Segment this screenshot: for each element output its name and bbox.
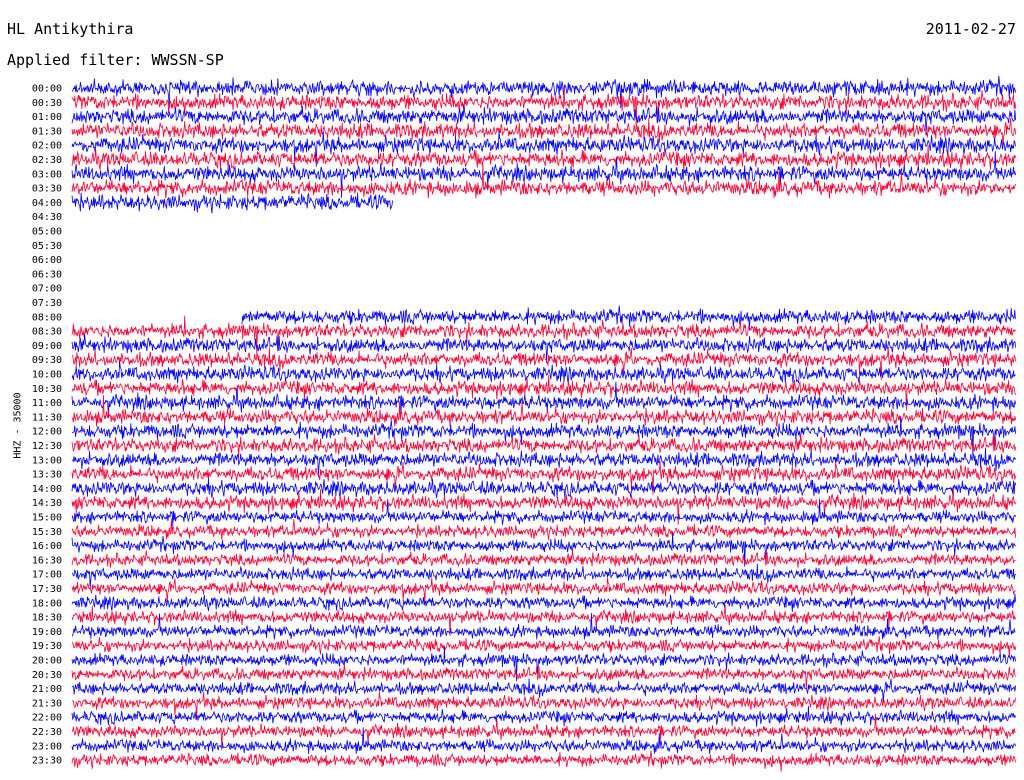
- row-time-label: 13:30: [32, 470, 62, 481]
- row-time-label: 20:00: [32, 656, 62, 667]
- trace-row: [71, 678, 1016, 703]
- row-time-label: 17:30: [32, 584, 62, 595]
- trace-row: [71, 192, 393, 214]
- trace-row: [71, 333, 1016, 363]
- row-time-label: 10:00: [32, 370, 62, 381]
- trace-row: [71, 691, 1016, 720]
- time-tick-labels: 00:00 00:30 01:00 01:30 02:00 02:30 03:00 03:30…: [32, 84, 62, 767]
- row-time-label: 16:30: [32, 555, 62, 566]
- trace-row: [71, 433, 1016, 458]
- row-time-label: 23:00: [32, 741, 62, 752]
- row-time-label: 11:30: [32, 412, 62, 423]
- row-time-label: 01:00: [32, 112, 62, 123]
- row-time-label: 06:00: [32, 255, 62, 266]
- row-time-label: 08:30: [32, 327, 62, 338]
- row-time-label: 19:30: [32, 641, 62, 652]
- trace-row: [71, 636, 1016, 658]
- row-time-label: 15:30: [32, 527, 62, 538]
- row-time-label: 03:30: [32, 184, 62, 195]
- row-time-label: 22:30: [32, 727, 62, 738]
- trace-row: [71, 549, 1016, 568]
- trace-row: [71, 315, 1016, 357]
- row-time-label: 01:30: [32, 126, 62, 137]
- row-time-label: 08:00: [32, 312, 62, 323]
- row-time-label: 05:30: [32, 241, 62, 252]
- row-time-label: 09:30: [32, 355, 62, 366]
- row-time-label: 14:00: [32, 484, 62, 495]
- row-time-label: 06:30: [32, 269, 62, 280]
- row-time-label: 23:30: [32, 756, 62, 767]
- row-time-label: 16:00: [32, 541, 62, 552]
- row-time-label: 10:30: [32, 384, 62, 395]
- row-time-label: 05:00: [32, 227, 62, 238]
- row-time-label: 04:00: [32, 198, 62, 209]
- row-time-label: 18:30: [32, 613, 62, 624]
- row-time-label: 20:30: [32, 670, 62, 681]
- row-time-label: 12:00: [32, 427, 62, 438]
- row-time-label: 17:00: [32, 570, 62, 581]
- row-time-label: 07:30: [32, 298, 62, 309]
- trace-row: [71, 478, 1016, 499]
- row-time-label: 12:30: [32, 441, 62, 452]
- trace-row: [71, 415, 1016, 457]
- trace-row: [71, 664, 1016, 690]
- row-time-label: 18:00: [32, 598, 62, 609]
- row-time-label: 11:00: [32, 398, 62, 409]
- row-time-label: 21:30: [32, 698, 62, 709]
- trace-row: [71, 705, 1016, 727]
- trace-row: [71, 750, 1016, 772]
- trace-row: [71, 447, 1016, 478]
- row-time-label: 00:00: [32, 84, 62, 95]
- row-time-label: 15:00: [32, 513, 62, 524]
- row-time-label: 00:30: [32, 98, 62, 109]
- row-time-label: 19:00: [32, 627, 62, 638]
- row-time-label: 21:00: [32, 684, 62, 695]
- row-time-label: 13:00: [32, 455, 62, 466]
- row-time-label: 14:30: [32, 498, 62, 509]
- row-time-label: 22:00: [32, 713, 62, 724]
- trace-row: [71, 360, 1016, 384]
- row-time-label: 03:00: [32, 169, 62, 180]
- row-time-label: 09:00: [32, 341, 62, 352]
- row-time-label: 04:30: [32, 212, 62, 223]
- trace-row: [71, 346, 1016, 380]
- seismic-traces: [71, 75, 1016, 772]
- helicorder-plot: 00:00 00:30 01:00 01:30 02:00 02:30 03:00 03:30…: [32, 75, 1016, 772]
- row-time-label: 02:00: [32, 141, 62, 152]
- trace-row: [71, 593, 1016, 613]
- row-time-label: 07:00: [32, 284, 62, 295]
- row-time-label: 02:30: [32, 155, 62, 166]
